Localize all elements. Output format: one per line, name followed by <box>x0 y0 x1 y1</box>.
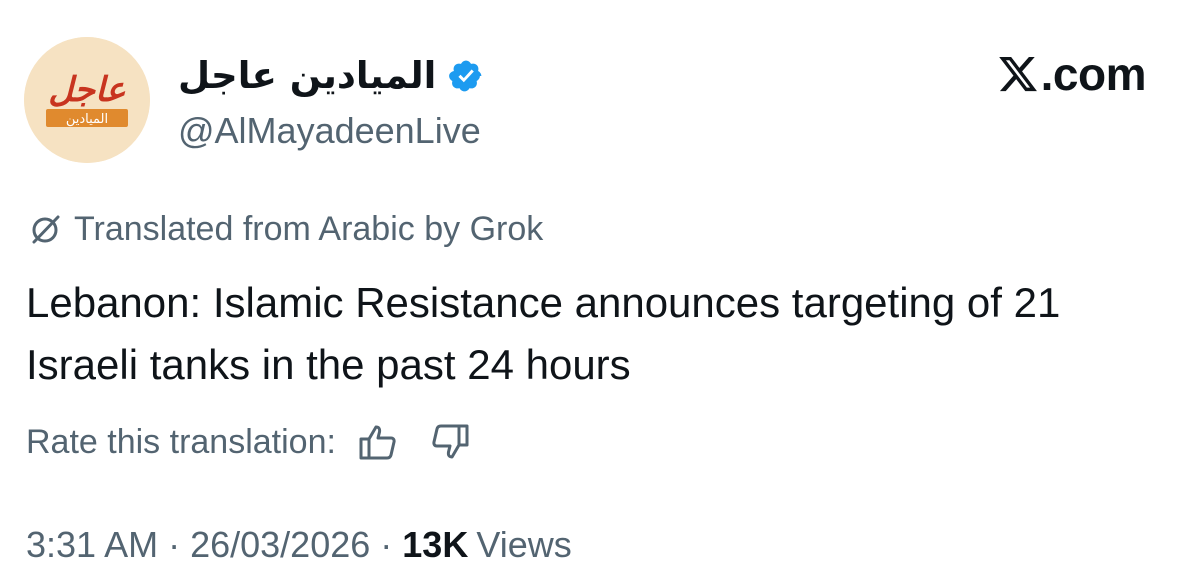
display-name[interactable]: الميادين عاجل <box>178 50 436 102</box>
translation-note-text: Translated from Arabic by Grok <box>74 210 544 248</box>
meta-separator: · <box>380 524 393 565</box>
tweet-header: عاجل الميادين الميادين عاجل @AlMayadeenL… <box>0 0 1200 180</box>
avatar[interactable]: عاجل الميادين <box>24 37 150 163</box>
rate-translation: Rate this translation: <box>26 418 498 466</box>
thumbs-up-button[interactable] <box>354 418 402 466</box>
thumbs-up-icon <box>359 425 396 460</box>
tweet-date[interactable]: 26/03/2026 <box>190 520 370 570</box>
tweet-meta: 3:31 AM · 26/03/2026 · 13K Views <box>26 520 572 570</box>
grok-icon <box>28 211 64 247</box>
avatar-sub-text: الميادين <box>66 112 108 127</box>
translation-note: Translated from Arabic by Grok <box>28 206 543 252</box>
tweet-time[interactable]: 3:31 AM <box>26 520 158 570</box>
brand-watermark: .com <box>997 46 1147 102</box>
brand-text: .com <box>1040 48 1147 100</box>
thumbs-down-button[interactable] <box>426 418 474 466</box>
x-logo-icon <box>997 53 1039 95</box>
views-count[interactable]: 13K <box>402 520 468 570</box>
meta-separator: · <box>168 524 181 565</box>
views-label[interactable]: Views <box>476 520 571 570</box>
thumbs-down-icon <box>432 424 469 459</box>
avatar-main-text: عاجل <box>48 70 125 110</box>
tweet-text: Lebanon: Islamic Resistance announces ta… <box>26 279 1061 388</box>
name-row: الميادين عاجل <box>178 48 484 104</box>
avatar-logo-icon: عاجل الميادين <box>24 37 150 163</box>
verified-badge-icon <box>448 58 484 94</box>
rate-translation-label: Rate this translation: <box>26 423 336 461</box>
account-handle[interactable]: @AlMayadeenLive <box>178 108 481 154</box>
